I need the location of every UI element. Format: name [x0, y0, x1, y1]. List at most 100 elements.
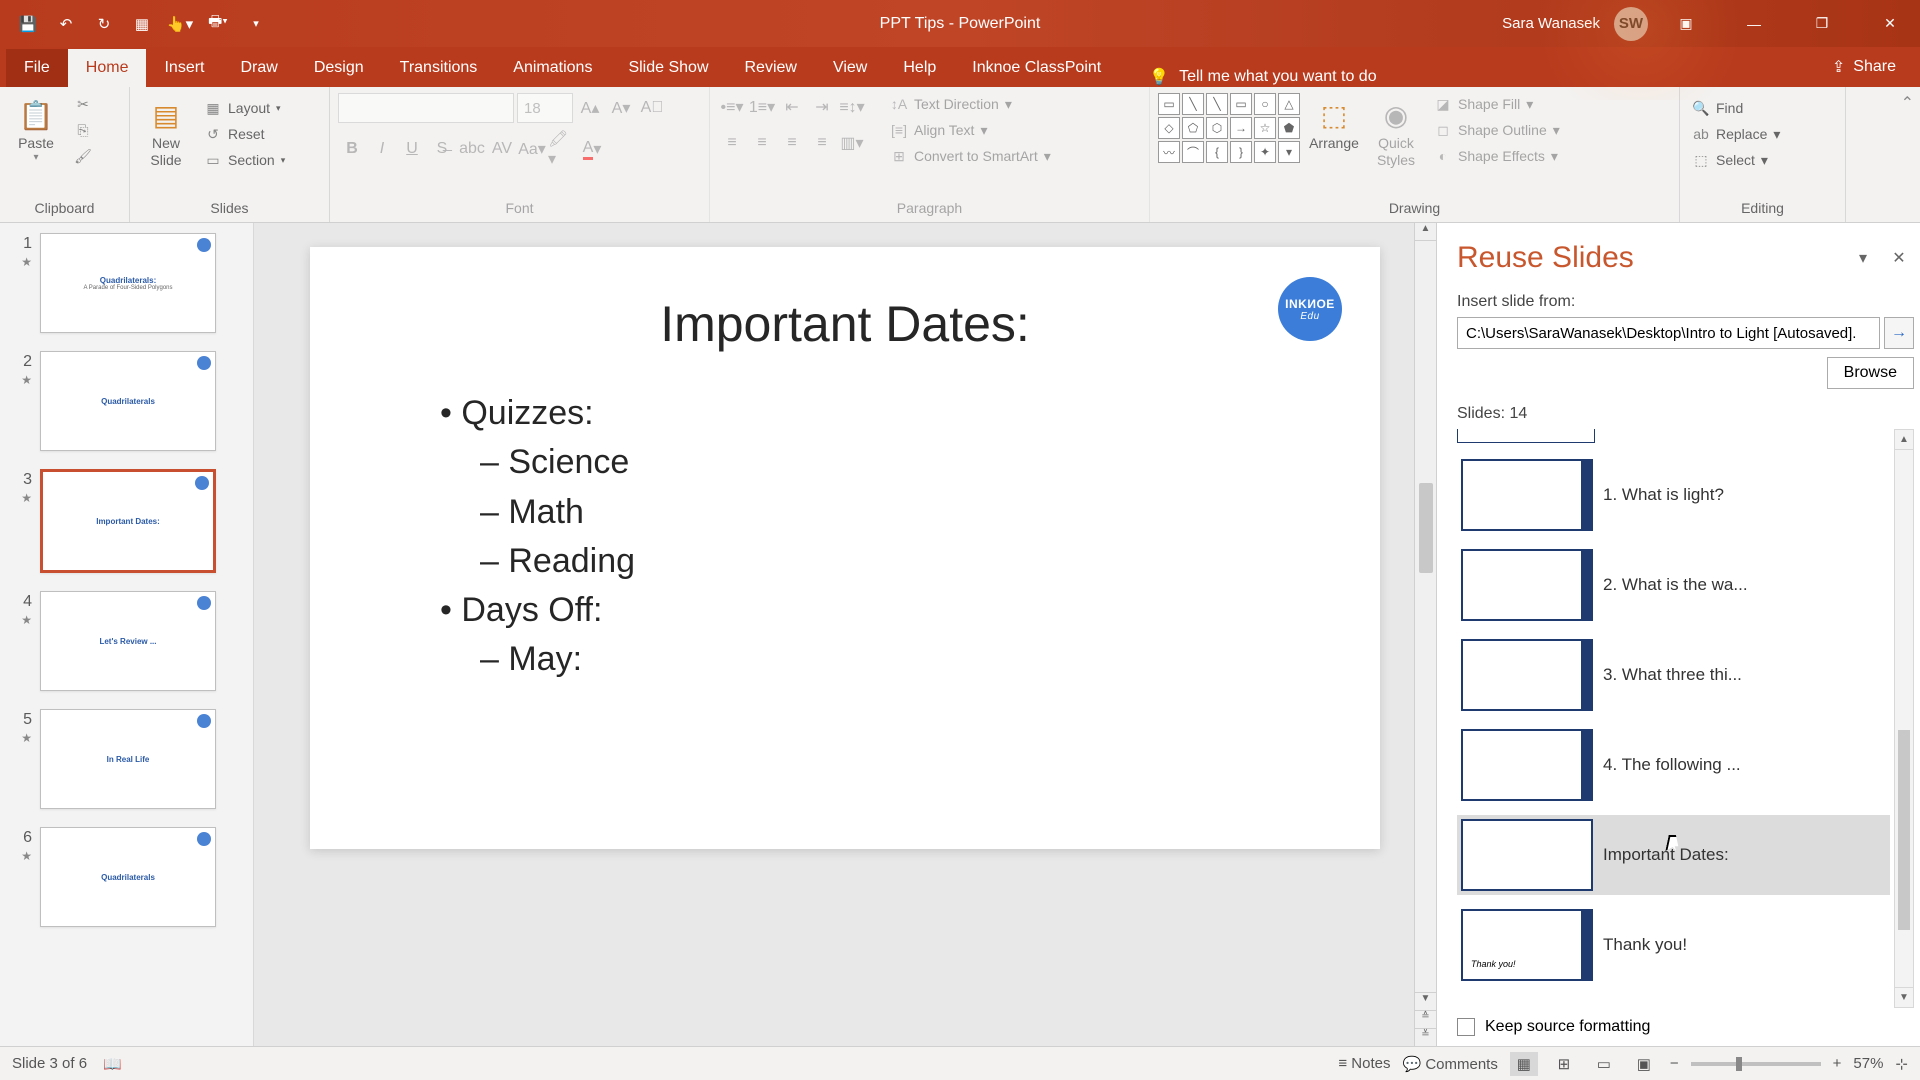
quick-print-icon[interactable]: 🖶▾: [200, 9, 236, 39]
tab-draw[interactable]: Draw: [222, 49, 295, 87]
change-case-icon[interactable]: Aa▾: [518, 135, 546, 163]
increase-indent-icon[interactable]: ⇥: [808, 93, 836, 121]
tab-slideshow[interactable]: Slide Show: [610, 49, 726, 87]
sorter-view-icon[interactable]: ⊞: [1550, 1052, 1578, 1076]
paste-button[interactable]: 📋 Paste ▾: [8, 93, 64, 163]
section-button[interactable]: ▭Section ▾: [200, 149, 289, 171]
close-icon[interactable]: ✕: [1860, 0, 1920, 47]
thumb-3[interactable]: 3★ Important Dates:: [8, 469, 245, 573]
slide-bullet[interactable]: Science: [400, 438, 1290, 487]
clear-format-icon[interactable]: A⃠: [638, 94, 666, 122]
decrease-indent-icon[interactable]: ⇤: [778, 93, 806, 121]
share-button[interactable]: ⇪ Share: [1808, 47, 1920, 87]
replace-button[interactable]: abReplace ▾: [1688, 123, 1784, 145]
slide-body[interactable]: Quizzes:ScienceMathReadingDays Off:May:: [400, 389, 1290, 685]
reuse-item[interactable]: 4. The following ...: [1457, 725, 1890, 805]
save-icon[interactable]: 💾: [10, 9, 46, 39]
path-input[interactable]: [1457, 317, 1880, 349]
align-right-icon[interactable]: ≡: [778, 129, 806, 157]
fit-window-icon[interactable]: ⊹: [1895, 1055, 1908, 1073]
tab-file[interactable]: File: [6, 49, 68, 87]
smartart-button[interactable]: ⊞Convert to SmartArt ▾: [886, 145, 1055, 167]
tab-animations[interactable]: Animations: [495, 49, 610, 87]
reuse-item[interactable]: Thank you! Thank you!: [1457, 905, 1890, 985]
thumb-4[interactable]: 4★ Let's Review ...: [8, 591, 245, 691]
slide-editor[interactable]: INKИOE Edu Important Dates: Quizzes:Scie…: [254, 223, 1436, 1046]
pane-menu-icon[interactable]: ▾: [1848, 243, 1878, 273]
arrange-button[interactable]: ⬚ Arrange: [1306, 93, 1362, 152]
new-slide-button[interactable]: ▤ New Slide: [138, 93, 194, 169]
pane-close-icon[interactable]: ✕: [1884, 243, 1914, 273]
cut-button[interactable]: ✂: [70, 93, 96, 115]
inknoe-badge[interactable]: INKИOE Edu: [1278, 277, 1342, 341]
shapes-gallery[interactable]: ▭╲╲▭○△ ◇⬠⬡→☆⬟ 〰⌒{}✦▾: [1158, 93, 1300, 163]
comments-button[interactable]: 💬 Comments: [1402, 1055, 1497, 1073]
reuse-scrollbar[interactable]: ▲ ▼: [1894, 429, 1914, 1008]
slide-bullet[interactable]: Reading: [400, 537, 1290, 586]
format-painter-button[interactable]: 🖌: [70, 145, 96, 167]
quick-styles-button[interactable]: ◉ Quick Styles: [1368, 93, 1424, 169]
prev-slide-icon[interactable]: ≙: [1415, 1010, 1436, 1028]
columns-icon[interactable]: ▥▾: [838, 129, 866, 157]
reuse-item[interactable]: 1. What is light?: [1457, 455, 1890, 535]
bullets-icon[interactable]: •≡▾: [718, 93, 746, 121]
keep-formatting-checkbox[interactable]: [1457, 1018, 1475, 1036]
zoom-in-icon[interactable]: +: [1833, 1055, 1842, 1072]
keep-formatting-row[interactable]: Keep source formatting: [1457, 1008, 1914, 1036]
font-name-input[interactable]: [338, 93, 514, 123]
font-size-input[interactable]: [517, 93, 573, 123]
slide-indicator[interactable]: Slide 3 of 6: [12, 1055, 87, 1072]
tab-classpoint[interactable]: Inknoe ClassPoint: [954, 49, 1119, 87]
scroll-down-icon[interactable]: ▼: [1895, 987, 1913, 1007]
reading-view-icon[interactable]: ▭: [1590, 1052, 1618, 1076]
tell-me-search[interactable]: 💡 Tell me what you want to do: [1149, 67, 1376, 87]
reuse-item[interactable]: 3. What three thi...: [1457, 635, 1890, 715]
shadow-icon[interactable]: abc: [458, 135, 486, 163]
next-slide-icon[interactable]: ≚: [1415, 1028, 1436, 1046]
italic-icon[interactable]: I: [368, 135, 396, 163]
collapse-ribbon-icon[interactable]: ⌃: [1901, 93, 1914, 113]
normal-view-icon[interactable]: ▦: [1510, 1052, 1538, 1076]
bold-icon[interactable]: B: [338, 135, 366, 163]
spacing-icon[interactable]: AV: [488, 135, 516, 163]
qat-customize-icon[interactable]: ▾: [238, 9, 274, 39]
tab-transitions[interactable]: Transitions: [382, 49, 496, 87]
line-spacing-icon[interactable]: ≡↕▾: [838, 93, 866, 121]
editor-scrollbar[interactable]: ▲ ▼ ≙ ≚: [1414, 223, 1436, 1046]
slide-thumbnails[interactable]: 1★ Quadrilaterals:A Parade of Four-Sided…: [0, 223, 254, 1046]
increase-font-icon[interactable]: A▴: [576, 94, 604, 122]
thumb-preview[interactable]: Important Dates:: [40, 469, 216, 573]
scroll-up-icon[interactable]: ▲: [1895, 430, 1913, 450]
browse-button[interactable]: Browse: [1827, 357, 1914, 389]
font-color-icon[interactable]: A▾: [578, 135, 606, 163]
decrease-font-icon[interactable]: A▾: [607, 94, 635, 122]
zoom-slider[interactable]: [1691, 1062, 1821, 1066]
scroll-thumb[interactable]: [1898, 730, 1910, 930]
tab-help[interactable]: Help: [885, 49, 954, 87]
shape-fill-button[interactable]: ◪Shape Fill ▾: [1430, 93, 1564, 115]
slide-bullet[interactable]: Quizzes:: [400, 389, 1290, 438]
tab-home[interactable]: Home: [68, 49, 147, 87]
thumb-6[interactable]: 6★ Quadrilaterals: [8, 827, 245, 927]
reset-button[interactable]: ↺Reset: [200, 123, 289, 145]
reuse-item[interactable]: Important Dates:: [1457, 815, 1890, 895]
thumb-preview[interactable]: Quadrilaterals:A Parade of Four-Sided Po…: [40, 233, 216, 333]
text-direction-button[interactable]: ↕AText Direction ▾: [886, 93, 1055, 115]
copy-button[interactable]: ⎘: [70, 119, 96, 141]
reuse-item-partial[interactable]: [1457, 429, 1595, 443]
start-from-beginning-icon[interactable]: ▦: [124, 9, 160, 39]
thumb-2[interactable]: 2★ Quadrilaterals: [8, 351, 245, 451]
tab-view[interactable]: View: [815, 49, 885, 87]
slide-bullet[interactable]: Math: [400, 488, 1290, 537]
scroll-thumb[interactable]: [1419, 483, 1433, 573]
highlight-icon[interactable]: 🖍▾: [548, 135, 576, 163]
undo-icon[interactable]: ↶: [48, 9, 84, 39]
thumb-preview[interactable]: Let's Review ...: [40, 591, 216, 691]
strike-icon[interactable]: S̶: [428, 135, 456, 163]
ribbon-display-icon[interactable]: ▣: [1656, 0, 1716, 47]
numbering-icon[interactable]: 1≡▾: [748, 93, 776, 121]
scroll-up-icon[interactable]: ▲: [1415, 223, 1436, 241]
thumb-5[interactable]: 5★ In Real Life: [8, 709, 245, 809]
go-arrow-icon[interactable]: →: [1884, 317, 1914, 349]
tab-review[interactable]: Review: [727, 49, 815, 87]
